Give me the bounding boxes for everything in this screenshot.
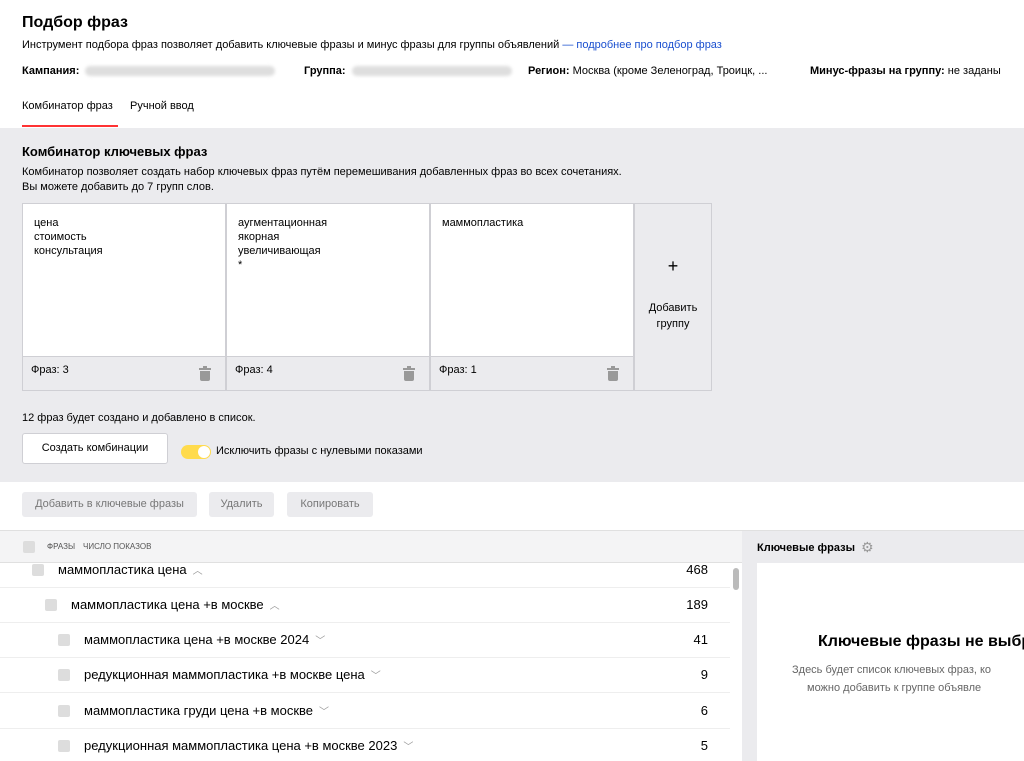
list-item[interactable]: маммопластика груди цена +в москве ﹀ 6 bbox=[0, 694, 730, 729]
list-item[interactable]: редукционная маммопластика цена +в москв… bbox=[0, 729, 730, 761]
phrase-text: маммопластика цена +в москве 2024 bbox=[84, 632, 310, 647]
exclude-zero-shows-label[interactable]: Исключить фразы с нулевыми показами bbox=[216, 445, 423, 457]
col-phrases[interactable]: ФРАЗЫ bbox=[47, 542, 75, 551]
group-info: Группа: bbox=[304, 65, 512, 77]
phrase-text: маммопластика цена bbox=[58, 562, 187, 577]
row-checkbox[interactable] bbox=[45, 599, 57, 611]
shows-count: 6 bbox=[700, 703, 708, 718]
tab-manual-input[interactable]: Ручной ввод bbox=[130, 100, 194, 112]
list-item[interactable]: маммопластика цена +в москве 2024 ﹀ 41 bbox=[0, 623, 730, 658]
phrase-count: Фраз: 1 bbox=[439, 364, 477, 376]
phrase-list: ФРАЗЫ ЧИСЛО ПОКАЗОВ маммопластика цена ︿ … bbox=[0, 530, 742, 761]
word-group-textarea[interactable]: аугментационная якорная увеличивающая * bbox=[238, 216, 327, 272]
combinator-section: Комбинатор ключевых фраз Комбинатор позв… bbox=[0, 128, 1024, 482]
group-label: Группа: bbox=[304, 65, 346, 77]
row-checkbox[interactable] bbox=[58, 634, 70, 646]
chevron-down-icon[interactable]: ﹀ bbox=[319, 707, 329, 718]
empty-state-title: Ключевые фразы не выбран bbox=[818, 633, 1024, 650]
phrase-count: Фраз: 3 bbox=[31, 364, 69, 376]
plus-icon: + bbox=[667, 256, 679, 276]
select-all-checkbox[interactable] bbox=[23, 541, 35, 553]
add-group-label: Добавить группу bbox=[648, 302, 698, 330]
combination-summary: 12 фраз будет создано и добавлено в спис… bbox=[22, 412, 256, 424]
word-group-textarea[interactable]: цена стоимость консультация bbox=[34, 216, 103, 258]
shows-count: 189 bbox=[686, 597, 708, 612]
page-header: Подбор фраз Инструмент подбора фраз позв… bbox=[0, 0, 1024, 128]
word-group-1[interactable]: цена стоимость консультация Фраз: 3 bbox=[22, 203, 226, 391]
minus-phrases-value[interactable]: не заданы bbox=[948, 65, 1001, 77]
gear-icon[interactable]: ⚙ bbox=[861, 540, 875, 554]
trash-icon[interactable] bbox=[199, 366, 211, 381]
shows-count: 41 bbox=[693, 632, 708, 647]
chevron-down-icon[interactable]: ﹀ bbox=[315, 636, 325, 647]
combinator-desc-line-2: Вы можете добавить до 7 групп слов. bbox=[22, 181, 214, 193]
word-group-footer: Фраз: 4 bbox=[227, 356, 429, 390]
row-checkbox[interactable] bbox=[58, 669, 70, 681]
minus-phrases-info: Минус-фразы на группу: не заданы bbox=[810, 65, 1001, 77]
campaign-value-blurred bbox=[85, 66, 276, 77]
page-description: Инструмент подбора фраз позволяет добави… bbox=[22, 39, 722, 51]
active-tab-indicator bbox=[22, 125, 118, 127]
phrase-text: редукционная маммопластика +в москве цен… bbox=[84, 667, 365, 682]
copy-button[interactable]: Копировать bbox=[287, 492, 373, 517]
add-group-button[interactable]: + Добавить группу bbox=[634, 203, 712, 391]
minus-phrases-label: Минус-фразы на группу: bbox=[810, 65, 945, 77]
word-group-textarea[interactable]: маммопластика bbox=[442, 216, 523, 230]
combinator-description: Комбинатор позволяет создать набор ключе… bbox=[22, 165, 622, 195]
list-scrollbar[interactable] bbox=[733, 568, 739, 590]
row-checkbox[interactable] bbox=[32, 564, 44, 576]
more-about-phrases-link[interactable]: — подробнее про подбор фраз bbox=[562, 39, 722, 51]
phrase-text: маммопластика цена +в москве bbox=[71, 597, 264, 612]
phrase-text: маммопластика груди цена +в москве bbox=[84, 703, 314, 718]
row-checkbox[interactable] bbox=[58, 740, 70, 752]
combinator-title: Комбинатор ключевых фраз bbox=[22, 144, 208, 159]
phrase-text: редукционная маммопластика цена +в москв… bbox=[84, 738, 398, 753]
region-info: Регион: Москва (кроме Зеленоград, Троицк… bbox=[528, 65, 767, 77]
actions-toolbar: Добавить в ключевые фразы Удалить Копиро… bbox=[0, 482, 1024, 530]
shows-count: 9 bbox=[700, 667, 708, 682]
trash-icon[interactable] bbox=[607, 366, 619, 381]
create-combinations-button[interactable]: Создать комбинации bbox=[22, 433, 168, 464]
empty-state-description: Здесь будет список ключевых фраз, ко мож… bbox=[792, 664, 992, 694]
row-checkbox[interactable] bbox=[58, 705, 70, 717]
description-text: Инструмент подбора фраз позволяет добави… bbox=[22, 39, 560, 51]
chevron-down-icon[interactable]: ﹀ bbox=[371, 671, 381, 682]
word-group-2[interactable]: аугментационная якорная увеличивающая * … bbox=[226, 203, 430, 391]
chevron-up-icon[interactable]: ︿ bbox=[193, 566, 203, 577]
campaign-info: Кампания: bbox=[22, 65, 276, 77]
keywords-panel-body: Ключевые фразы не выбран Здесь будет спи… bbox=[757, 563, 1024, 761]
page-title: Подбор фраз bbox=[22, 14, 128, 31]
phrase-count: Фраз: 4 bbox=[235, 364, 273, 376]
region-value[interactable]: Москва (кроме Зеленоград, Троицк, ... bbox=[573, 65, 768, 77]
word-group-3[interactable]: маммопластика Фраз: 1 bbox=[430, 203, 634, 391]
col-shows[interactable]: ЧИСЛО ПОКАЗОВ bbox=[83, 542, 151, 551]
delete-button[interactable]: Удалить bbox=[209, 492, 274, 517]
add-to-keywords-button[interactable]: Добавить в ключевые фразы bbox=[22, 492, 197, 517]
list-item[interactable]: маммопластика цена +в москве ︿ 189 bbox=[0, 588, 730, 623]
list-item[interactable]: редукционная маммопластика +в москве цен… bbox=[0, 658, 730, 693]
tab-combinator[interactable]: Комбинатор фраз bbox=[22, 100, 113, 112]
exclude-zero-shows-toggle[interactable] bbox=[181, 445, 211, 459]
campaign-label: Кампания: bbox=[22, 65, 80, 77]
selected-keywords-panel: Ключевые фразы ⚙ Ключевые фразы не выбра… bbox=[742, 530, 1024, 761]
combinator-desc-line-1: Комбинатор позволяет создать набор ключе… bbox=[22, 166, 622, 178]
keywords-panel-title: Ключевые фразы bbox=[757, 542, 855, 554]
list-item[interactable]: маммопластика цена ︿ 468 bbox=[0, 553, 730, 588]
word-group-footer: Фраз: 1 bbox=[431, 356, 633, 390]
word-group-footer: Фраз: 3 bbox=[23, 356, 225, 390]
shows-count: 468 bbox=[686, 562, 708, 577]
shows-count: 5 bbox=[700, 738, 708, 753]
region-label: Регион: bbox=[528, 65, 570, 77]
chevron-up-icon[interactable]: ︿ bbox=[270, 601, 280, 612]
group-value-blurred bbox=[351, 66, 512, 77]
chevron-down-icon[interactable]: ﹀ bbox=[403, 742, 413, 753]
trash-icon[interactable] bbox=[403, 366, 415, 381]
